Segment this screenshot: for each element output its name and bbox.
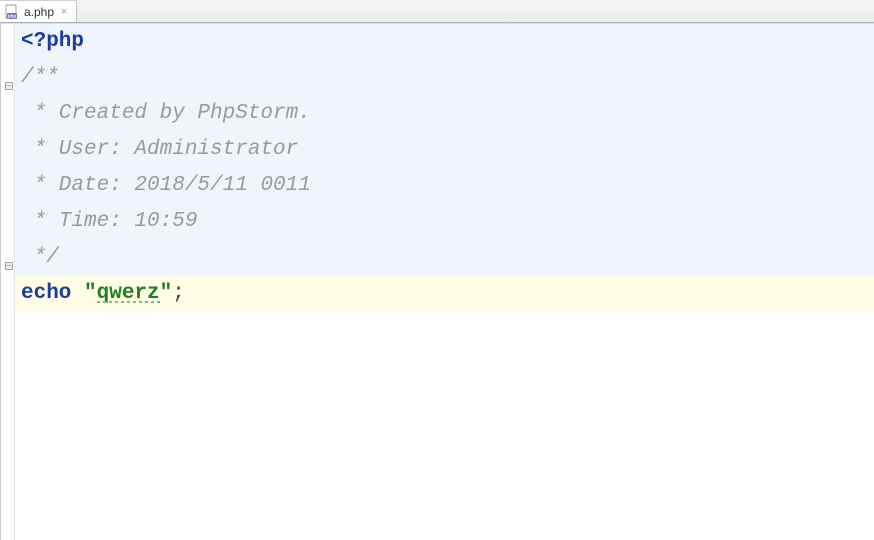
doc-comment: * Time: 10:59 xyxy=(21,210,197,233)
code-editor[interactable]: <?php /** * Created by PhpStorm. * User:… xyxy=(0,23,874,540)
code-line[interactable]: /** xyxy=(15,60,874,96)
doc-comment: * Date: 2018/5/11 0011 xyxy=(21,174,311,197)
code-line[interactable]: <?php xyxy=(15,24,874,60)
tab-label: a.php xyxy=(24,5,54,19)
editor-tab-a-php[interactable]: php a.php × xyxy=(0,0,77,22)
string-literal: qwerz xyxy=(97,282,160,305)
php-file-icon: php xyxy=(4,4,20,20)
editor-gutter xyxy=(1,24,15,540)
string-quote: " xyxy=(71,282,96,305)
svg-text:php: php xyxy=(8,13,16,18)
php-open-tag: <?php xyxy=(21,30,84,53)
string-quote: " xyxy=(160,282,173,305)
tab-bar: php a.php × xyxy=(0,0,874,23)
doc-comment: * Created by PhpStorm. xyxy=(21,102,311,125)
doc-comment: * User: Administrator xyxy=(21,138,298,161)
doc-comment: */ xyxy=(21,246,59,269)
code-line[interactable]: */ xyxy=(15,240,874,276)
code-content[interactable]: <?php /** * Created by PhpStorm. * User:… xyxy=(15,24,874,312)
fold-handle-icon[interactable] xyxy=(5,262,13,270)
code-line[interactable]: * User: Administrator xyxy=(15,132,874,168)
semicolon: ; xyxy=(172,282,185,305)
keyword-echo: echo xyxy=(21,282,71,305)
code-line[interactable]: * Date: 2018/5/11 0011 xyxy=(15,168,874,204)
code-line-current[interactable]: echo "qwerz"; xyxy=(15,276,874,312)
code-line[interactable]: * Created by PhpStorm. xyxy=(15,96,874,132)
doc-comment: /** xyxy=(21,66,59,89)
code-line[interactable]: * Time: 10:59 xyxy=(15,204,874,240)
fold-handle-icon[interactable] xyxy=(5,82,13,90)
close-icon[interactable]: × xyxy=(58,6,70,18)
